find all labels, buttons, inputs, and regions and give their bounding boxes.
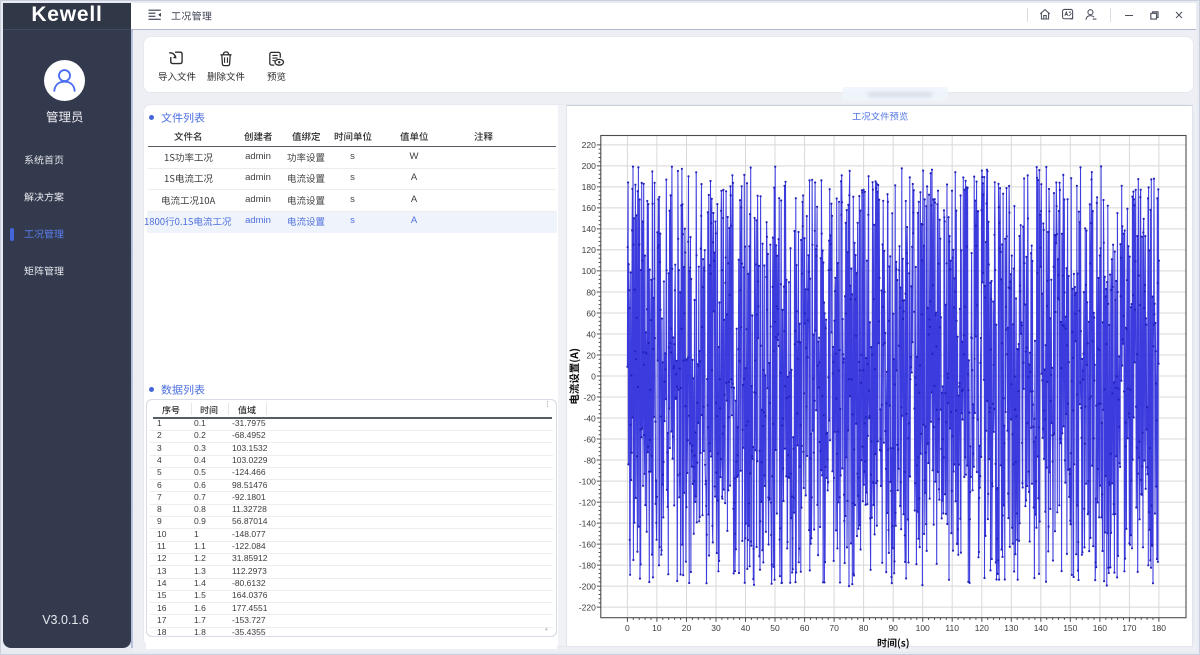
svg-text:-40: -40 — [584, 413, 597, 423]
svg-text:80: 80 — [586, 287, 596, 297]
svg-text:80: 80 — [859, 623, 869, 633]
svg-text:20: 20 — [682, 623, 692, 633]
svg-text:-100: -100 — [579, 476, 596, 486]
svg-text:160: 160 — [1093, 623, 1107, 633]
svg-text:-160: -160 — [579, 539, 596, 549]
svg-text:100: 100 — [916, 623, 930, 633]
svg-text:0: 0 — [625, 623, 630, 633]
svg-text:220: 220 — [582, 140, 596, 150]
svg-text:-220: -220 — [579, 602, 596, 612]
svg-text:-60: -60 — [584, 434, 597, 444]
svg-text:70: 70 — [829, 623, 839, 633]
svg-text:60: 60 — [800, 623, 810, 633]
svg-text:110: 110 — [945, 623, 959, 633]
svg-text:90: 90 — [888, 623, 898, 633]
svg-text:140: 140 — [1034, 623, 1048, 633]
svg-text:-140: -140 — [579, 518, 596, 528]
svg-text:130: 130 — [1004, 623, 1018, 633]
svg-text:140: 140 — [582, 224, 596, 234]
svg-text:100: 100 — [582, 266, 596, 276]
svg-text:50: 50 — [770, 623, 780, 633]
svg-text:10: 10 — [652, 623, 662, 633]
svg-text:40: 40 — [586, 329, 596, 339]
svg-text:170: 170 — [1122, 623, 1136, 633]
svg-text:-200: -200 — [579, 581, 596, 591]
svg-text:180: 180 — [1152, 623, 1166, 633]
svg-text:20: 20 — [586, 350, 596, 360]
svg-text:-180: -180 — [579, 560, 596, 570]
svg-text:120: 120 — [582, 245, 596, 255]
svg-text:150: 150 — [1063, 623, 1077, 633]
svg-text:40: 40 — [741, 623, 751, 633]
svg-text:-80: -80 — [584, 455, 597, 465]
svg-text:120: 120 — [975, 623, 989, 633]
svg-text:60: 60 — [586, 308, 596, 318]
svg-text:180: 180 — [582, 182, 596, 192]
svg-text:30: 30 — [711, 623, 721, 633]
svg-text:160: 160 — [582, 203, 596, 213]
svg-text:200: 200 — [582, 161, 596, 171]
svg-text:-20: -20 — [584, 392, 597, 402]
svg-text:-120: -120 — [579, 497, 596, 507]
